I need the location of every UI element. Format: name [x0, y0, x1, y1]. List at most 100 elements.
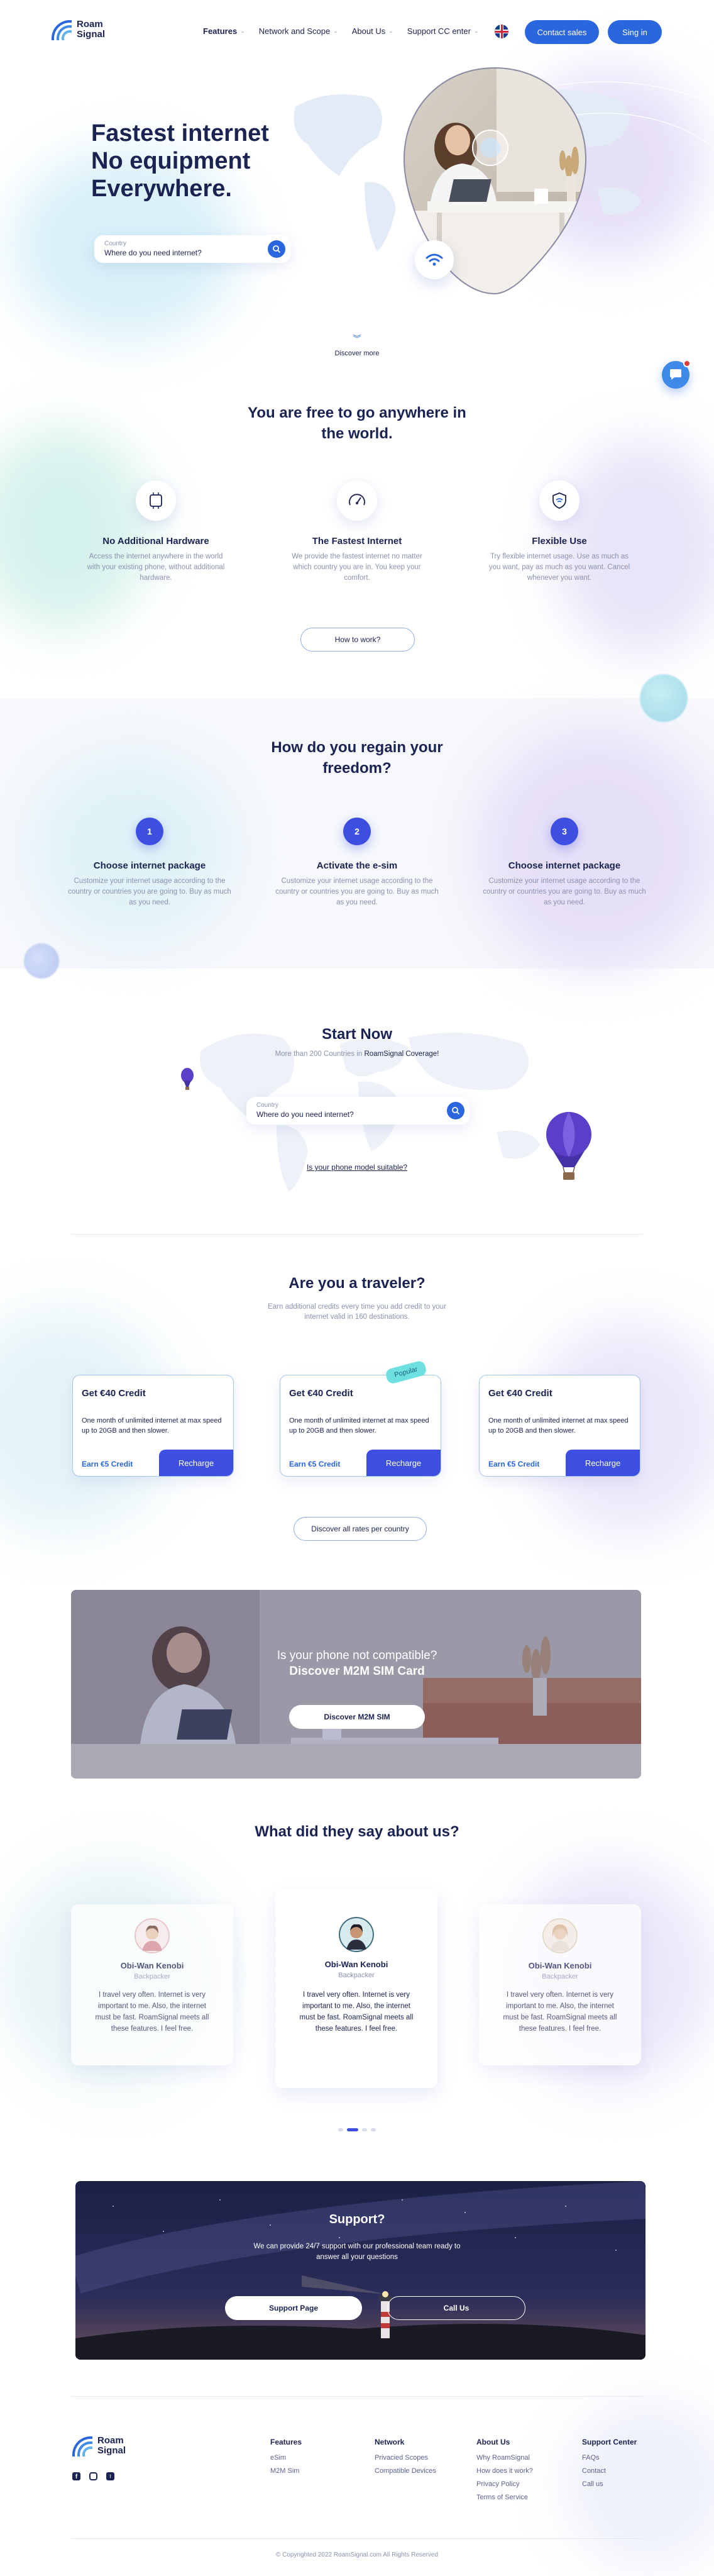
- carousel-dot[interactable]: [338, 2128, 343, 2131]
- main-nav: Features ⌄ Network and Scope ⌄ About Us ⌄ S…: [203, 26, 479, 36]
- discover-rates-button[interactable]: Discover all rates per country: [294, 1517, 427, 1541]
- discover-more-link[interactable]: Discover more: [327, 350, 387, 357]
- recharge-button[interactable]: Recharge: [159, 1450, 233, 1476]
- avatar: [542, 1918, 578, 1953]
- contact-sales-button[interactable]: Contact sales: [525, 20, 599, 44]
- carousel-dot[interactable]: [371, 2128, 376, 2131]
- credit-card: Get €40 Credit One month of unlimited in…: [72, 1375, 234, 1477]
- discover-m2m-button[interactable]: Discover M2M SIM: [289, 1705, 425, 1729]
- chevron-down-icon: ⌄: [333, 28, 338, 34]
- search-button[interactable]: [447, 1102, 464, 1119]
- chevron-down-icon[interactable]: ︾: [351, 332, 363, 344]
- start-search[interactable]: Country Where do you need internet?: [246, 1097, 470, 1124]
- footer-link[interactable]: M2M Sim: [270, 2467, 302, 2475]
- search-icon: [452, 1107, 460, 1115]
- footer-col-features: Features eSim M2M Sim: [270, 2438, 302, 2475]
- feature-card: Flexible Use Try flexible internet usage…: [487, 480, 632, 584]
- footer-link[interactable]: Privacy Policy: [476, 2480, 533, 2488]
- footer-link[interactable]: Compatible Devices: [375, 2467, 436, 2475]
- earn-credit-label: Earn €5 Credit: [289, 1460, 341, 1468]
- start-title: Start Now: [321, 1026, 392, 1043]
- search-input[interactable]: Where do you need internet?: [104, 248, 202, 257]
- feature-text: Try flexible internet usage. Use as much…: [488, 553, 630, 582]
- nav-support[interactable]: Support CC enter ⌄: [407, 26, 479, 36]
- hot-air-balloon-icon: [544, 1112, 593, 1181]
- nav-features[interactable]: Features ⌄: [203, 26, 245, 36]
- language-flag-icon[interactable]: [495, 25, 508, 38]
- twitter-icon[interactable]: t: [106, 2472, 114, 2480]
- footer-col-about: About Us Why RoamSignal How does it work…: [476, 2438, 533, 2501]
- testimonial-card: Obi-Wan Kenobi Backpacker I travel very …: [275, 1889, 437, 2088]
- avatar: [339, 1917, 374, 1952]
- how-to-work-button[interactable]: How to work?: [300, 628, 415, 652]
- logo[interactable]: Roam Signal: [50, 19, 114, 40]
- footer-link[interactable]: Terms of Service: [476, 2494, 533, 2501]
- start-subtitle: More than 200 Countries in RoamSignal Co…: [275, 1050, 439, 1058]
- footer-link[interactable]: Privacied Scopes: [375, 2454, 436, 2462]
- footer-link[interactable]: Contact: [582, 2467, 637, 2475]
- testimonial-name: Obi-Wan Kenobi: [324, 1960, 388, 1969]
- hero-search[interactable]: Country Where do you need internet?: [94, 235, 290, 263]
- feature-card: The Fastest Internet We provide the fast…: [285, 480, 429, 584]
- testimonial-text: I travel very often. Internet is very im…: [95, 1991, 209, 2033]
- traveler-subtitle: Earn additional credits every time you a…: [268, 1303, 446, 1321]
- nav-about[interactable]: About Us ⌄: [352, 26, 393, 36]
- support-banner: [75, 2181, 645, 2360]
- facebook-icon[interactable]: f: [72, 2472, 80, 2480]
- support-text: We can provide 24/7 support with our pro…: [253, 2243, 461, 2261]
- shield-icon: [552, 492, 566, 509]
- divider: [71, 1234, 643, 1235]
- balloon-small-icon: [180, 1068, 194, 1090]
- footer-logo[interactable]: Roam Signal: [71, 2435, 135, 2457]
- search-label: Country: [104, 240, 127, 247]
- feature-title: Flexible Use: [532, 536, 587, 547]
- step-number: 1: [136, 818, 163, 845]
- recharge-button[interactable]: Recharge: [566, 1450, 640, 1476]
- feature-title: The Fastest Internet: [312, 536, 402, 547]
- recharge-button[interactable]: Recharge: [366, 1450, 441, 1476]
- feature-card: No Additional Hardware Access the intern…: [84, 480, 228, 584]
- sign-in-button[interactable]: Sing in: [608, 20, 662, 44]
- wifi-icon: [426, 253, 443, 266]
- footer-link[interactable]: eSim: [270, 2454, 302, 2462]
- traveler-title: Are you a traveler?: [288, 1275, 426, 1292]
- testimonial-role: Backpacker: [542, 1973, 578, 1980]
- footer-link[interactable]: FAQs: [582, 2454, 637, 2462]
- support-page-button[interactable]: Support Page: [225, 2296, 362, 2320]
- search-label: Country: [256, 1102, 279, 1109]
- footer-link[interactable]: Why RoamSignal: [476, 2454, 533, 2462]
- carousel-dot[interactable]: [362, 2128, 367, 2131]
- wifi-badge: [415, 240, 454, 279]
- footer-link[interactable]: How does it work?: [476, 2467, 533, 2475]
- testimonial-text: I travel very often. Internet is very im…: [503, 1991, 617, 2033]
- testimonial-text: I travel very often. Internet is very im…: [299, 1991, 414, 2033]
- testimonial-role: Backpacker: [338, 1972, 375, 1979]
- chevron-down-icon: ⌄: [240, 28, 245, 34]
- chat-icon: [670, 369, 681, 380]
- card-text: One month of unlimited internet at max s…: [82, 1417, 222, 1435]
- avatar: [135, 1918, 170, 1953]
- nav-network[interactable]: Network and Scope ⌄: [259, 26, 338, 36]
- footer-link[interactable]: Call us: [582, 2480, 637, 2488]
- copyright: © Copyrighted 2022 RoamSignal.com All Ri…: [275, 2551, 439, 2558]
- footer-col-network: Network Privacied Scopes Compatible Devi…: [375, 2438, 436, 2475]
- carousel-dot-active[interactable]: [347, 2128, 358, 2131]
- instagram-icon[interactable]: [89, 2472, 97, 2480]
- wifi-decoration-icon: [24, 943, 59, 979]
- testimonial-card: Obi-Wan Kenobi Backpacker I travel very …: [71, 1904, 233, 2065]
- testimonial-name: Obi-Wan Kenobi: [528, 1961, 592, 1970]
- logo-icon: [50, 19, 72, 40]
- search-input[interactable]: Where do you need internet?: [256, 1110, 354, 1119]
- call-us-button[interactable]: Call Us: [387, 2296, 525, 2320]
- divider: [71, 2538, 643, 2539]
- carousel-dots: [338, 2128, 376, 2131]
- chevron-down-icon: ⌄: [473, 28, 479, 34]
- step-text: Customize your internet usage according …: [275, 877, 439, 906]
- phone-suitable-link[interactable]: Is your phone model suitable?: [263, 1163, 451, 1172]
- chat-button[interactable]: [662, 360, 691, 389]
- logo-text-line1: Roam: [97, 2435, 124, 2446]
- testimonial-card: Obi-Wan Kenobi Backpacker I travel very …: [479, 1904, 641, 2065]
- step-title: Choose internet package: [93, 860, 206, 871]
- step-number: 3: [551, 818, 578, 845]
- testimonials-title: What did they say about us?: [255, 1823, 459, 1840]
